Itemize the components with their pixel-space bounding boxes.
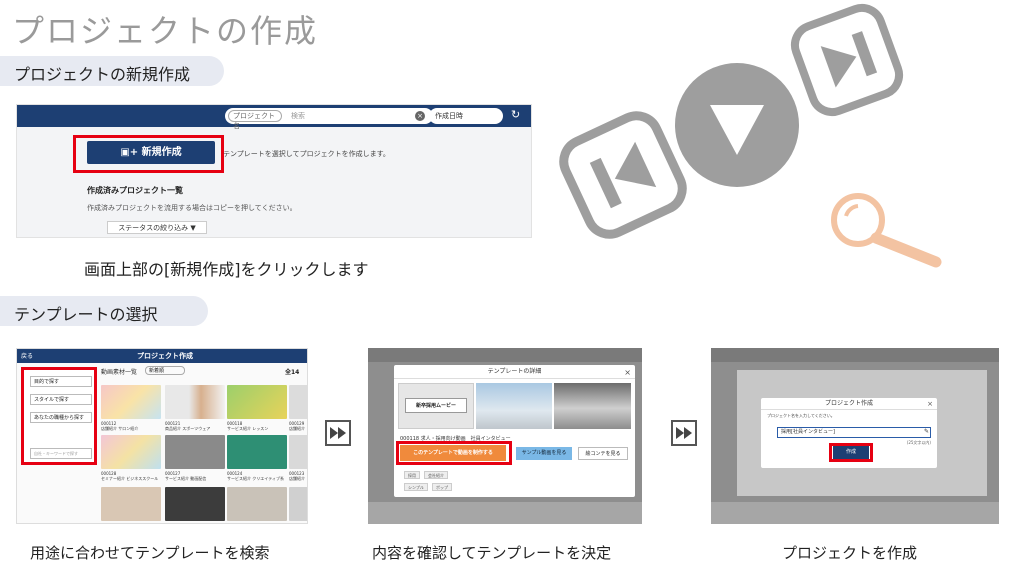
list-heading: 作成済みプロジェクト一覧 <box>87 186 183 195</box>
sort-select[interactable]: 作成日時 <box>429 108 503 124</box>
dimmed-thumbnails <box>711 502 999 524</box>
template-thumbnail[interactable] <box>165 385 225 419</box>
pencil-icon: ✎ <box>923 428 929 435</box>
project-name-label: プロジェクト名を入力してください。 <box>767 413 835 418</box>
card-caption: 000127 サービス紹介 動画配信 <box>165 471 207 481</box>
template-thumbnail[interactable] <box>227 385 287 419</box>
template-preview-image <box>476 383 552 429</box>
card-caption: 000118 サービス紹介 レッスン <box>227 421 269 431</box>
skip-forward-icon <box>790 3 904 117</box>
card-caption: 000112 店舗紹介 サロン紹介 <box>101 421 139 431</box>
dimmed-thumbnails <box>368 502 642 524</box>
card-caption: 000124 サービス紹介 クリエイティブ系 <box>227 471 284 481</box>
tag[interactable]: ポップ <box>432 483 452 491</box>
status-filter-label: ステータスの絞り込み <box>118 224 189 232</box>
template-preview-image <box>554 383 631 429</box>
template-thumbnail[interactable] <box>289 385 307 419</box>
list-label: 動画素材一覧 <box>101 369 138 376</box>
new-project-hint: テンプレートを選択してプロジェクトを作成します。 <box>223 150 390 158</box>
filter-panel: 目的で探す スタイルで探す あなたの職種から探す 自社・キーワードで探す <box>21 367 97 465</box>
card-caption: 000128 セミナー紹介 ビジネススクール <box>101 471 159 481</box>
close-icon[interactable]: × <box>624 366 631 380</box>
header-title: プロジェクト作成 <box>137 352 193 360</box>
template-thumbnail[interactable] <box>227 435 287 469</box>
dimmed-header <box>711 348 999 362</box>
highlight-box <box>396 441 512 465</box>
top-bar: プロジェクト名 検索 × 作成日時 ↻ <box>17 105 531 130</box>
template-thumbnail[interactable] <box>165 487 225 521</box>
create-project-modal: プロジェクト作成 × プロジェクト名を入力してください。 採用[社員インタビュー]… <box>761 398 937 468</box>
screenshot-template-search: 戻る プロジェクト作成 動画素材一覧 新着順 全14 目的で探す スタイルで探す… <box>16 348 308 524</box>
section-heading-new-project: プロジェクトの新規作成 <box>0 56 224 86</box>
movie-title: 新卒採用ムービー <box>405 398 467 413</box>
caption-step3: 内容を確認してテンプレートを決定 <box>372 544 612 562</box>
refresh-icon[interactable]: ↻ <box>511 108 520 121</box>
template-thumbnail[interactable] <box>101 435 161 469</box>
fast-forward-icon <box>671 420 697 446</box>
filter-purpose[interactable]: 目的で探す <box>30 376 92 387</box>
section-heading-template-select: テンプレートの選択 <box>0 296 208 326</box>
template-thumbnail[interactable] <box>289 435 307 469</box>
screenshot-template-detail: テンプレートの詳細 × 新卒採用ムービー 000118 求人・採用向け動画 社員イ… <box>368 348 642 524</box>
close-icon[interactable]: × <box>927 398 933 410</box>
filter-style[interactable]: スタイルで探す <box>30 394 92 405</box>
template-thumbnail[interactable] <box>227 487 287 521</box>
char-limit-note: (25文字以内) <box>906 440 931 445</box>
back-link[interactable]: 戻る <box>21 351 33 360</box>
storyboard-button[interactable]: 絵コンテを見る <box>578 447 628 460</box>
filter-job[interactable]: あなたの職種から探す <box>30 412 92 423</box>
card-caption: 000121 商品紹介 スポーツウェア <box>165 421 211 431</box>
sample-video-button[interactable]: サンプル動画を見る <box>516 447 572 460</box>
template-thumbnail[interactable] <box>289 487 307 521</box>
search-field-select[interactable]: プロジェクト名 <box>228 110 282 130</box>
template-thumbnail[interactable] <box>165 435 225 469</box>
list-description: 作成済みプロジェクトを流用する場合はコピーを押してください。 <box>87 204 297 212</box>
dimmed-header <box>368 348 642 362</box>
project-name-input[interactable]: 採用[社員インタビュー] <box>777 427 931 438</box>
fast-forward-icon <box>325 420 351 446</box>
highlight-box <box>73 135 224 173</box>
clear-icon[interactable]: × <box>415 111 425 121</box>
tag[interactable]: 会社紹介 <box>424 471 448 479</box>
sort-select[interactable]: 新着順 <box>145 366 185 375</box>
result-count: 全14 <box>285 369 300 376</box>
template-preview-title: 新卒採用ムービー <box>398 383 474 429</box>
status-filter-button[interactable]: ステータスの絞り込み ▼ <box>107 221 207 234</box>
tag[interactable]: 採用 <box>404 471 420 479</box>
caption-step2: 用途に合わせてテンプレートを検索 <box>30 544 270 562</box>
highlight-box <box>829 443 873 462</box>
template-thumbnail[interactable] <box>101 487 161 521</box>
screenshot-create-project: プロジェクト作成 × プロジェクト名を入力してください。 採用[社員インタビュー]… <box>711 348 999 524</box>
modal-title: プロジェクト作成 × <box>761 398 937 410</box>
keyword-search-input[interactable]: 自社・キーワードで探す <box>30 448 92 459</box>
search-icon <box>831 193 942 268</box>
tag[interactable]: シンプル <box>404 483 428 491</box>
card-caption: 000123 店舗紹介 <box>289 471 305 481</box>
page-title: プロジェクトの作成 <box>12 12 319 50</box>
template-thumbnail[interactable] <box>101 385 161 419</box>
search-input[interactable]: 検索 <box>291 111 305 121</box>
header-bar: 戻る プロジェクト作成 <box>17 349 307 363</box>
search-bar[interactable]: プロジェクト名 検索 × <box>225 108 433 130</box>
screenshot-project-list: プロジェクト名 検索 × 作成日時 ↻ ▣+ 新規作成 テンプレートを選択してプ… <box>16 104 532 238</box>
caption-step4: プロジェクトを作成 <box>782 544 918 562</box>
template-detail-modal: テンプレートの詳細 × 新卒採用ムービー 000118 求人・採用向け動画 社員イ… <box>394 365 635 497</box>
modal-title: テンプレートの詳細 × <box>394 365 635 379</box>
card-caption: 000129 店舗紹介 <box>289 421 305 431</box>
caption-step1: 画面上部の[新規作成]をクリックします <box>84 260 369 279</box>
